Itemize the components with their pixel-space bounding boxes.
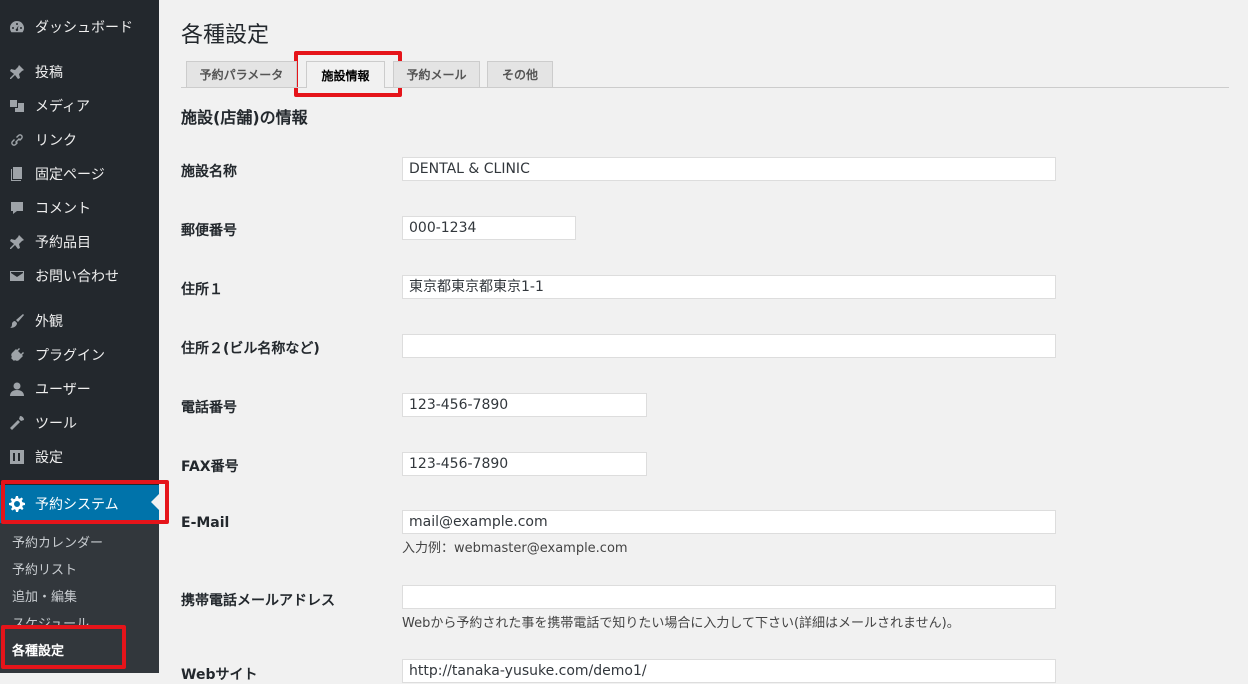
pages-icon	[9, 166, 25, 182]
address1-input[interactable]: 東京都東京都東京1-1	[402, 275, 1056, 299]
postal-code-input[interactable]: 000-1234	[402, 216, 576, 240]
submenu-item-add-edit[interactable]: 追加・編集	[12, 586, 77, 605]
sidebar-item-label: ユーザー	[35, 382, 91, 398]
sidebar-item-users[interactable]: ユーザー	[0, 372, 159, 406]
tab-reservation-params[interactable]: 予約パラメータ	[186, 61, 297, 87]
sidebar-item-contact[interactable]: お問い合わせ	[0, 259, 159, 293]
sidebar-item-posts[interactable]: 投稿	[0, 55, 159, 89]
field-label-mobile-email: 携帯電話メールアドレス	[181, 593, 335, 609]
sidebar-item-label: 投稿	[35, 65, 63, 81]
website-input[interactable]: http://tanaka-yusuke.com/demo1/	[402, 659, 1056, 683]
sidebar-item-label: 予約品目	[35, 235, 91, 251]
wrench-icon	[9, 415, 25, 431]
sidebar-item-settings[interactable]: 設定	[0, 440, 159, 474]
field-label-facility-name: 施設名称	[181, 164, 237, 180]
sidebar-item-label: 外観	[35, 314, 63, 330]
field-label-fax: FAX番号	[181, 459, 239, 475]
sidebar-item-appearance[interactable]: 外観	[0, 304, 159, 338]
email-hint: 入力例：webmaster@example.com	[402, 541, 628, 556]
sidebar-item-label: お問い合わせ	[35, 269, 119, 285]
sidebar-item-comments[interactable]: コメント	[0, 191, 159, 225]
tab-reservation-mail[interactable]: 予約メール	[393, 61, 480, 87]
sidebar-item-label: 設定	[35, 450, 63, 466]
pin-icon	[9, 64, 25, 80]
sidebar-item-label: ダッシュボード	[35, 20, 133, 36]
appearance-icon	[9, 313, 25, 329]
sidebar-item-media[interactable]: メディア	[0, 89, 159, 123]
field-label-website: Webサイト	[181, 667, 258, 683]
field-label-phone: 電話番号	[181, 400, 237, 416]
pin-icon	[9, 234, 25, 250]
facility-name-input[interactable]: DENTAL & CLINIC	[402, 157, 1056, 181]
sidebar-item-label: ツール	[35, 416, 77, 432]
plugin-icon	[9, 347, 25, 363]
address2-input[interactable]	[402, 334, 1056, 358]
email-input[interactable]: mail@example.com	[402, 510, 1056, 534]
dashboard-icon	[9, 19, 25, 35]
field-label-email: E-Mail	[181, 515, 230, 531]
media-icon	[9, 98, 25, 114]
phone-input[interactable]: 123-456-7890	[402, 393, 647, 417]
sidebar-item-label: リンク	[35, 133, 77, 149]
sidebar-item-reservation-items[interactable]: 予約品目	[0, 225, 159, 259]
fax-input[interactable]: 123-456-7890	[402, 452, 647, 476]
submenu-item-list[interactable]: 予約リスト	[12, 559, 77, 578]
reservation-submenu: 予約カレンダー 予約リスト 追加・編集 スケジュール 各種設定	[0, 523, 159, 673]
sidebar-item-reservation-system[interactable]: 予約システム	[0, 485, 159, 523]
sidebar-item-plugins[interactable]: プラグイン	[0, 338, 159, 372]
gear-icon	[9, 496, 25, 512]
admin-sidebar: ダッシュボード 投稿 メディア リンク 固定ページ コメント 予約品目 お問い合…	[0, 0, 159, 673]
field-label-address1: 住所１	[181, 282, 223, 298]
submenu-item-calendar[interactable]: 予約カレンダー	[12, 532, 103, 551]
sidebar-item-label: 予約システム	[35, 497, 119, 513]
sidebar-item-dashboard[interactable]: ダッシュボード	[0, 10, 159, 44]
field-label-address2: 住所２(ビル名称など)	[181, 341, 320, 357]
submenu-item-schedule[interactable]: スケジュール	[12, 613, 89, 632]
field-label-postal-code: 郵便番号	[181, 223, 237, 239]
user-icon	[9, 381, 25, 397]
mail-icon	[9, 268, 25, 284]
section-title: 施設(店舗)の情報	[181, 108, 308, 127]
tab-other[interactable]: その他	[487, 61, 553, 87]
sidebar-item-links[interactable]: リンク	[0, 123, 159, 157]
sidebar-item-label: コメント	[35, 201, 91, 217]
sidebar-item-pages[interactable]: 固定ページ	[0, 157, 159, 191]
sidebar-item-label: メディア	[35, 99, 91, 115]
sidebar-item-label: 固定ページ	[35, 167, 105, 183]
active-indicator-arrow	[151, 494, 159, 510]
page-title: 各種設定	[181, 23, 270, 48]
link-icon	[9, 132, 25, 148]
settings-icon	[9, 449, 25, 465]
comment-icon	[9, 200, 25, 216]
mobile-email-hint: Webから予約された事を携帯電話で知りたい場合に入力して下さい(詳細はメールされ…	[402, 616, 960, 631]
tab-facility-info[interactable]: 施設情報	[306, 61, 385, 88]
sidebar-item-tools[interactable]: ツール	[0, 406, 159, 440]
sidebar-item-label: プラグイン	[35, 348, 105, 364]
submenu-item-settings[interactable]: 各種設定	[12, 640, 64, 659]
mobile-email-input[interactable]	[402, 585, 1056, 609]
